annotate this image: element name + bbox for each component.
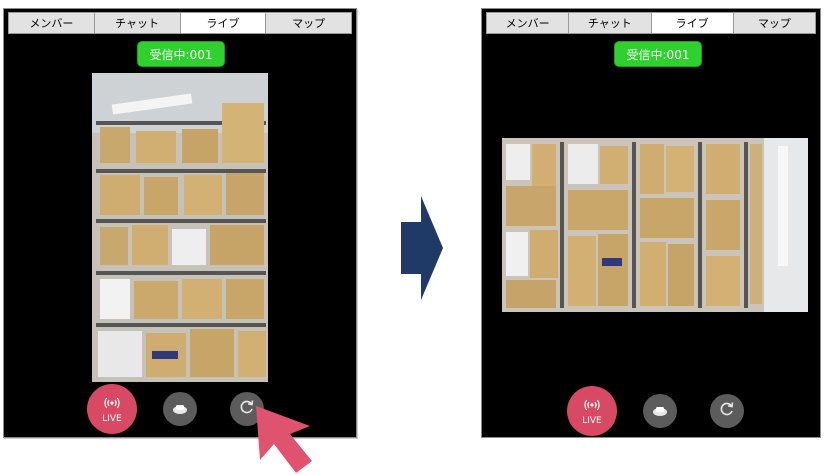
broadcast-icon [583, 396, 601, 415]
camera-switch-button[interactable] [163, 392, 197, 426]
live-panel-after: メンバー チャット ライブ マップ 受信中:001 LIVE [481, 8, 821, 438]
tab-live[interactable]: ライブ [180, 13, 267, 33]
live-button[interactable]: LIVE [567, 386, 617, 436]
warehouse-shelf-video-frame [92, 73, 268, 382]
live-button[interactable]: LIVE [87, 384, 137, 434]
tab-members[interactable]: メンバー [9, 13, 95, 33]
live-video-portrait [92, 73, 268, 382]
warehouse-shelf-video-frame-rotated [502, 138, 808, 312]
tab-map[interactable]: マップ [266, 13, 351, 33]
tab-live[interactable]: ライブ [651, 13, 734, 33]
control-bar: LIVE [482, 386, 822, 436]
tab-map[interactable]: マップ [733, 13, 815, 33]
tab-bar: メンバー チャット ライブ マップ [486, 12, 816, 34]
camera-switch-icon [651, 402, 669, 421]
tab-members[interactable]: メンバー [487, 13, 570, 33]
rotate-button[interactable] [710, 394, 744, 428]
camera-switch-button[interactable] [643, 394, 677, 428]
tab-chat[interactable]: チャット [569, 13, 652, 33]
camera-switch-icon [171, 400, 189, 419]
live-panel-before: メンバー チャット ライブ マップ 受信中:001 LIVE [3, 8, 357, 438]
receiving-status-badge: 受信中:001 [614, 41, 702, 67]
rotate-icon [719, 401, 735, 421]
pointer-cursor-icon [256, 406, 312, 473]
transition-arrow-icon [401, 196, 443, 300]
broadcast-icon [103, 394, 121, 413]
tab-bar: メンバー チャット ライブ マップ [8, 12, 352, 34]
live-label: LIVE [582, 416, 602, 426]
receiving-status-badge: 受信中:001 [137, 41, 225, 67]
live-video-landscape [502, 138, 808, 312]
tab-chat[interactable]: チャット [94, 13, 181, 33]
live-label: LIVE [102, 414, 122, 424]
